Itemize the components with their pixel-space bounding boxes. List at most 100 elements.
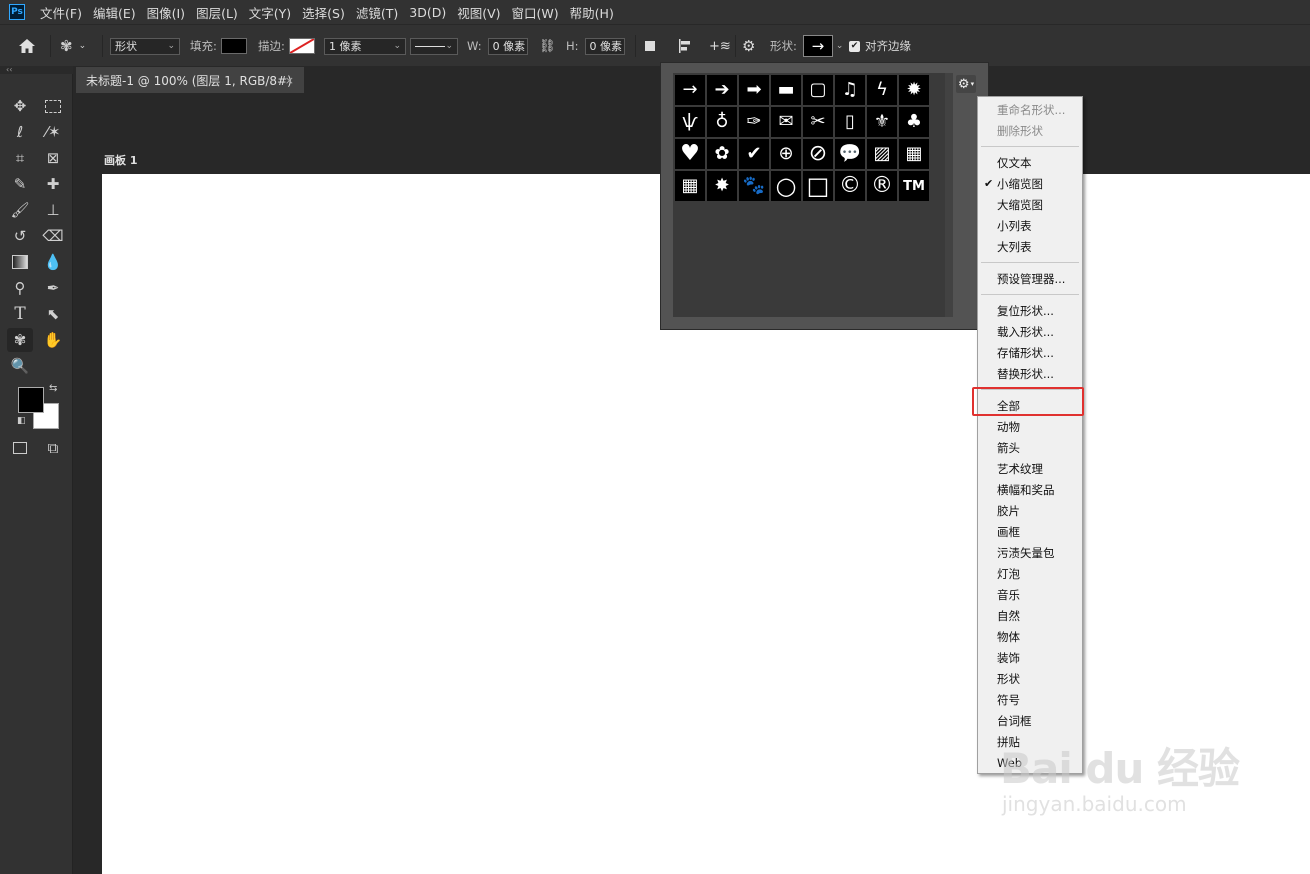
shape-no-sign[interactable]: ⊘ <box>803 139 833 169</box>
menu-set-nature[interactable]: 自然 <box>997 607 1020 625</box>
menu-rename-shape[interactable]: 重命名形状... <box>997 101 1065 119</box>
link-dimensions-button[interactable]: ⛓ <box>539 25 556 67</box>
default-colors-icon[interactable]: ◧ <box>17 416 26 426</box>
shape-lightbulb[interactable]: ♁ <box>707 107 737 137</box>
menu-large-list[interactable]: 大列表 <box>997 238 1032 256</box>
menu-set-grime-vector-pack[interactable]: 污渍矢量包 <box>997 544 1055 562</box>
home-button[interactable] <box>18 25 36 67</box>
tool-mode-select[interactable]: 形状 ⌄ <box>110 37 180 55</box>
shape-scissors[interactable]: ✂ <box>803 107 833 137</box>
shape-picker-button[interactable]: → <box>802 35 833 57</box>
align-edges-checkbox[interactable]: ✔ <box>849 40 860 52</box>
fill-swatch[interactable] <box>220 38 247 54</box>
hand-tool[interactable]: ✋ <box>40 328 66 352</box>
shape-picker-settings-button[interactable]: ⚙ ▾ <box>956 75 976 93</box>
shape-ornament[interactable]: ♣ <box>899 107 929 137</box>
shape-arrow-thin[interactable]: → <box>675 75 705 105</box>
menu-layer[interactable]: 图层(L) <box>196 3 238 22</box>
crop-tool[interactable]: ⌗ <box>7 146 33 170</box>
width-input[interactable]: 0 像素 <box>487 37 528 55</box>
shape-trademark[interactable]: TM <box>899 171 929 201</box>
menu-set-talk-bubbles[interactable]: 台词框 <box>997 712 1032 730</box>
path-alignment-button[interactable] <box>677 25 693 67</box>
shape-lightning[interactable]: ϟ <box>867 75 897 105</box>
menu-preset-manager[interactable]: 预设管理器... <box>997 270 1065 288</box>
blur-tool[interactable]: 💧 <box>40 250 66 274</box>
shape-splat[interactable]: ✿ <box>707 139 737 169</box>
shape-envelope[interactable]: ✉ <box>771 107 801 137</box>
stroke-type-select[interactable]: ⌄ <box>410 37 458 55</box>
artboard-label[interactable]: 画板 1 <box>104 152 137 168</box>
shape-diagonal-lines[interactable]: ▨ <box>867 139 897 169</box>
menu-image[interactable]: 图像(I) <box>147 3 185 22</box>
shape-paw-print[interactable]: 🐾 <box>739 171 769 201</box>
menu-set-music[interactable]: 音乐 <box>997 586 1020 604</box>
shape-arrow-bold[interactable]: ➡ <box>739 75 769 105</box>
menu-save-shapes[interactable]: 存储形状... <box>997 344 1054 362</box>
swap-colors-icon[interactable]: ⇆ <box>49 383 57 394</box>
menu-help[interactable]: 帮助(H) <box>570 3 614 22</box>
shape-checkerboard[interactable]: ▦ <box>899 139 929 169</box>
menu-delete-shape[interactable]: 删除形状 <box>997 122 1043 140</box>
document-tab[interactable]: 未标题-1 @ 100% (图层 1, RGB/8#) × <box>76 67 304 93</box>
foreground-color-swatch[interactable] <box>18 387 44 413</box>
menu-small-thumbnail[interactable]: 小缩览图 <box>997 175 1043 193</box>
shape-square[interactable]: □ <box>803 171 833 201</box>
height-input[interactable]: 0 像素 <box>584 37 625 55</box>
magic-wand-tool[interactable]: ⁄✶ <box>40 120 66 144</box>
shape-copyright[interactable]: © <box>835 171 865 201</box>
stroke-width-input[interactable]: 1 像素 ⌄ <box>324 37 406 55</box>
history-brush-tool[interactable]: ↺ <box>7 224 33 248</box>
zoom-tool[interactable]: 🔍 <box>7 354 33 378</box>
menu-text-only[interactable]: 仅文本 <box>997 154 1032 172</box>
menu-window[interactable]: 窗口(W) <box>512 3 559 22</box>
shape-checkmark[interactable]: ✔ <box>739 139 769 169</box>
menu-filter[interactable]: 滤镜(T) <box>356 3 398 22</box>
clone-stamp-tool[interactable]: ⊥ <box>40 198 66 222</box>
healing-brush-tool[interactable]: ✚ <box>40 172 66 196</box>
shape-pin[interactable]: ✑ <box>739 107 769 137</box>
menu-set-light-bulbs[interactable]: 灯泡 <box>997 565 1020 583</box>
collapse-icon[interactable]: ‹‹ <box>6 65 12 74</box>
menu-select[interactable]: 选择(S) <box>302 3 345 22</box>
menu-reset-shapes[interactable]: 复位形状... <box>997 302 1054 320</box>
dodge-tool[interactable]: ⚲ <box>7 276 33 300</box>
shape-target[interactable]: ⊕ <box>771 139 801 169</box>
shape-grass[interactable]: ѱ <box>675 107 705 137</box>
menu-replace-shapes[interactable]: 替换形状... <box>997 365 1054 383</box>
menu-set-arrows[interactable]: 箭头 <box>997 439 1020 457</box>
menu-set-objects[interactable]: 物体 <box>997 628 1020 646</box>
shape-circle[interactable]: ○ <box>771 171 801 201</box>
shape-fleur-de-lis[interactable]: ⚜ <box>867 107 897 137</box>
menu-3d[interactable]: 3D(D) <box>409 5 446 20</box>
frame-tool[interactable]: ⊠ <box>40 146 66 170</box>
menu-set-shapes[interactable]: 形状 <box>997 670 1020 688</box>
close-tab-icon[interactable]: × <box>285 74 294 87</box>
shape-heart[interactable]: ♥ <box>675 139 705 169</box>
gradient-tool[interactable] <box>7 250 33 274</box>
menu-set-ornaments[interactable]: 装饰 <box>997 649 1020 667</box>
move-tool[interactable]: ✥ <box>7 94 33 118</box>
shape-registered[interactable]: ® <box>867 171 897 201</box>
menu-set-artistic-textures[interactable]: 艺术纹理 <box>997 460 1043 478</box>
eyedropper-tool[interactable]: ✎ <box>7 172 33 196</box>
screen-mode-button[interactable]: ⧉ <box>40 436 66 460</box>
shape-frame[interactable]: ▢ <box>803 75 833 105</box>
path-selection-tool[interactable]: ⬉ <box>40 302 66 326</box>
menu-set-frames[interactable]: 画框 <box>997 523 1020 541</box>
menu-set-banners-awards[interactable]: 横幅和奖品 <box>997 481 1055 499</box>
stroke-swatch[interactable] <box>288 38 315 54</box>
marquee-tool[interactable] <box>40 94 66 118</box>
eraser-tool[interactable]: ⌫ <box>40 224 66 248</box>
panel-grip[interactable]: ‹‹ <box>0 65 73 74</box>
menu-view[interactable]: 视图(V) <box>457 3 500 22</box>
shape-stamp[interactable]: ▯ <box>835 107 865 137</box>
brush-tool[interactable]: 🖌 <box>7 198 33 222</box>
shape-music-note[interactable]: ♫ <box>835 75 865 105</box>
shape-grid-scrollbar[interactable] <box>945 73 953 317</box>
shape-speech-bubble[interactable]: 💬 <box>835 139 865 169</box>
shape-burst[interactable]: ✸ <box>707 171 737 201</box>
shape-arrow-medium[interactable]: ➔ <box>707 75 737 105</box>
menu-type[interactable]: 文字(Y) <box>249 3 291 22</box>
path-options-button[interactable]: ⚙ <box>742 25 755 67</box>
